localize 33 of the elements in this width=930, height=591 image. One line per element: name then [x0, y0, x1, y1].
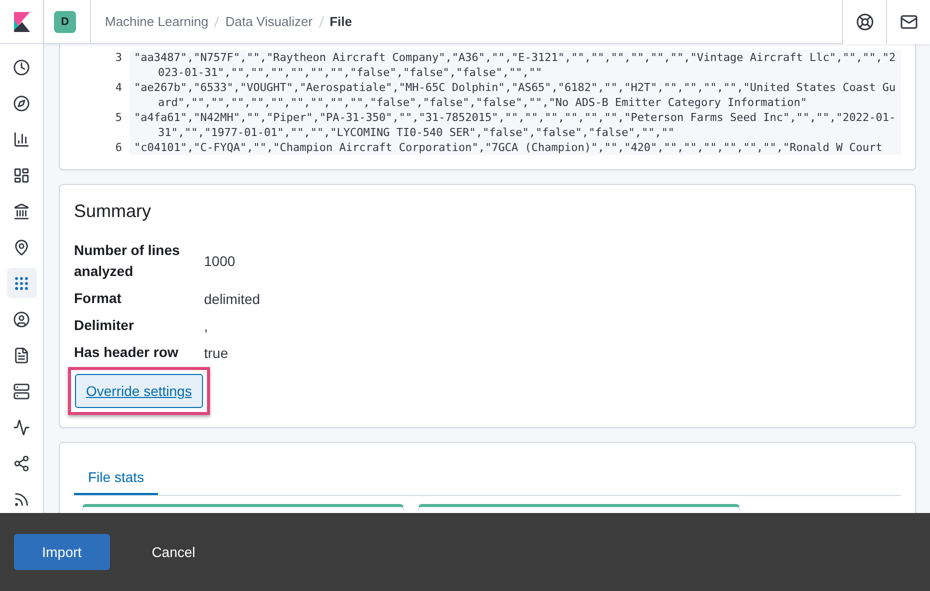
file-stats-tab[interactable]: File stats [74, 459, 158, 495]
import-button[interactable]: Import [14, 534, 110, 570]
dots-icon[interactable] [6, 268, 36, 298]
breadcrumb-separator-icon [318, 16, 324, 28]
line-number: 6 [74, 140, 130, 155]
mail-button[interactable] [886, 0, 930, 44]
breadcrumb-separator-icon [214, 16, 220, 28]
code-line: "aa3487","N757F","","Raytheon Aircraft Company","A36","","E-3121","","","","","","","Vintage Aircraft Llc","","","2023-01-31","","","","","","","false","false","false","","" [133, 50, 897, 80]
summary-label: Delimiter [74, 316, 135, 335]
summary-label: Format [74, 289, 122, 308]
logo-icon[interactable] [14, 12, 30, 32]
summary-value: true [204, 344, 230, 360]
breadcrumb[interactable]: File [330, 14, 352, 29]
summary-value: , [204, 318, 209, 334]
breadcrumb[interactable]: Data Visualizer [225, 14, 313, 29]
lifebuoy-icon [856, 12, 874, 30]
mail-icon [900, 12, 918, 30]
line-number: 4 [74, 80, 130, 110]
summary-value: 1000 [204, 253, 236, 269]
space-avatar[interactable]: D [54, 10, 76, 32]
code-line: "c04101","C-FYQA","","Champion Aircraft Corporation","7GCA (Champion)","","420","","","","","","","Ronald W Court [133, 140, 884, 155]
line-number: 3 [74, 50, 130, 80]
breadcrumb[interactable]: Machine Learning [105, 14, 208, 29]
cancel-button[interactable]: Cancel [124, 534, 224, 570]
summary-value: delimited [204, 290, 262, 306]
code-line: "ae267b","6533","VOUGHT","Aerospatiale","MH-65C Dolphin","AS65","6182","","H2T","","","","","United States Coast Guard","","","","","","","","","","false","false","false","","No ADS-B Emitter Category Information" [133, 80, 897, 110]
code-line: "a4fa61","N42MH","","Piper","PA-31-350","","31-7852015","","","","","","","Peterson Farms Seed Inc","","","2022-01-31","","1977-01-01","","","LYCOMING TI0-540 SER","false","false","false","","" [133, 110, 897, 140]
summary-title: Summary [74, 201, 152, 222]
summary-label: Has header row [74, 343, 180, 362]
override-settings-button[interactable]: Override settings [75, 374, 203, 408]
help-button[interactable] [842, 0, 886, 44]
summary-label: Number of lines analyzed [74, 241, 181, 281]
line-number: 5 [74, 110, 130, 140]
